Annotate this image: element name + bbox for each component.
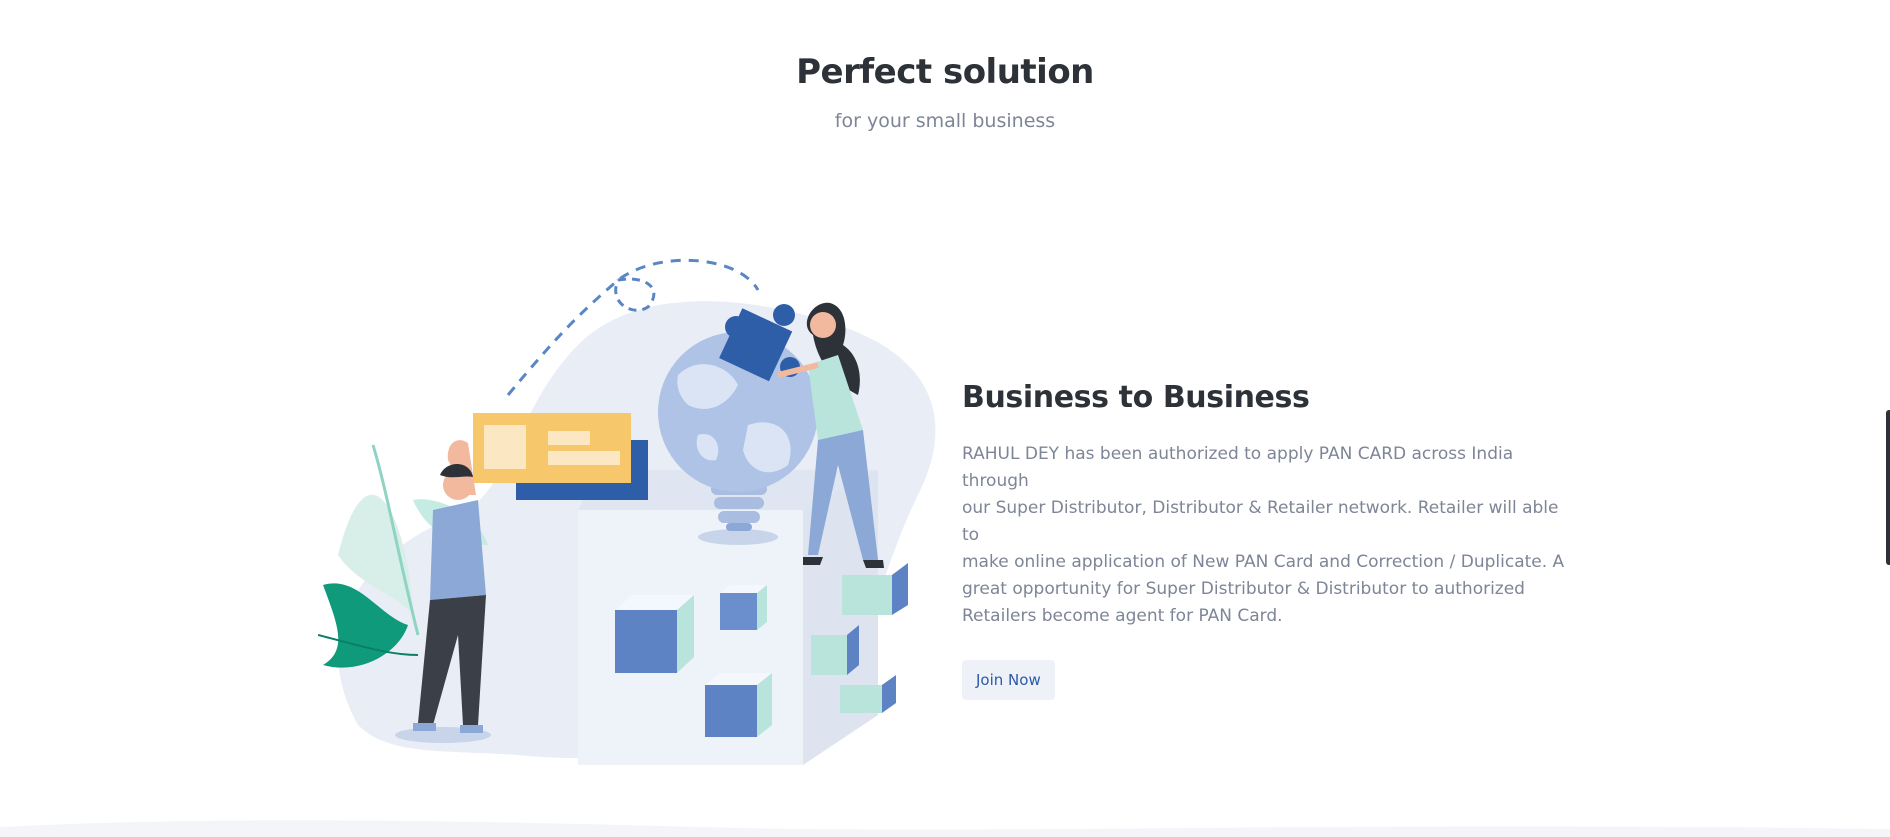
business-collaboration-illustration: [317, 255, 938, 775]
small-cube: [615, 595, 694, 673]
feature-content: Business to Business RAHUL DEY has been …: [962, 380, 1564, 700]
bottom-wave-divider: [0, 820, 1890, 837]
small-cube: [720, 585, 767, 630]
section-subtitle: for your small business: [834, 110, 1056, 132]
feature-title: Business to Business: [962, 380, 1310, 415]
small-cube: [705, 673, 772, 737]
feature-description: RAHUL DEY has been authorized to apply P…: [962, 444, 1565, 626]
join-now-button[interactable]: Join Now: [962, 660, 1055, 700]
section-title: Perfect solution: [796, 52, 1094, 92]
side-edge-tab[interactable]: [1886, 410, 1890, 565]
